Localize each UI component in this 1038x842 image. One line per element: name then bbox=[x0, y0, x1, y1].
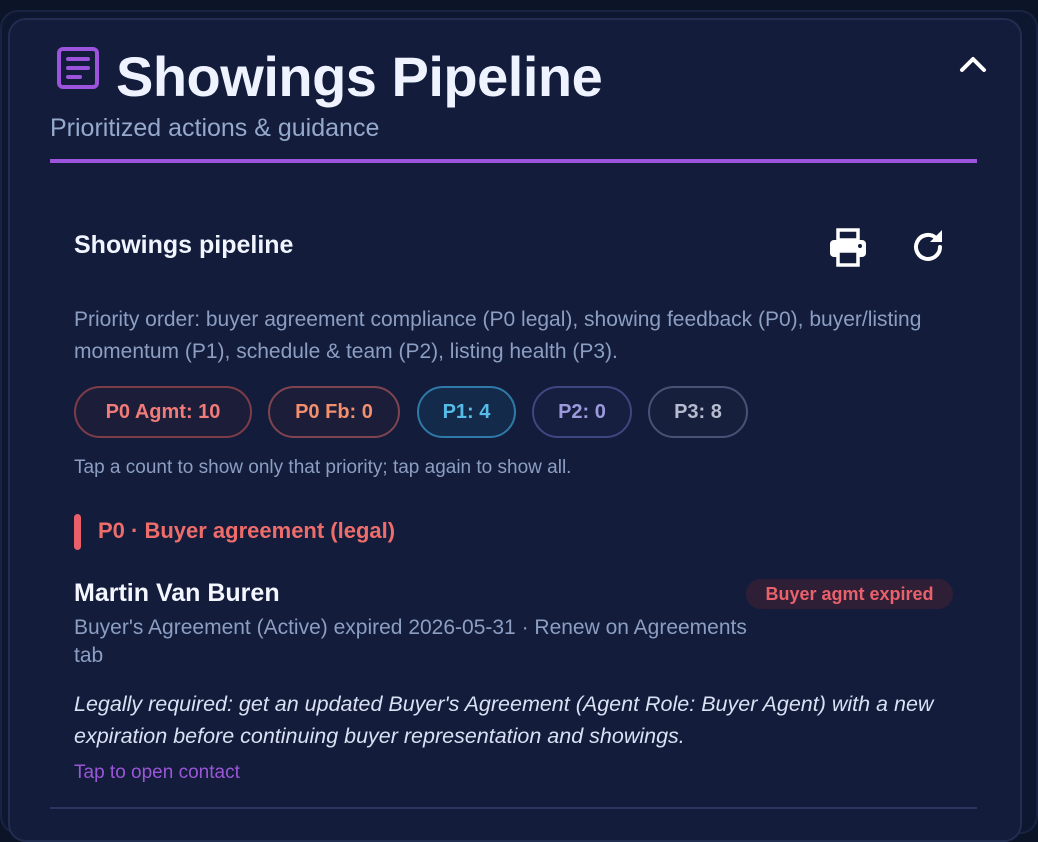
filter-hint: Tap a count to show only that priority; … bbox=[74, 457, 572, 478]
group-accent-bar bbox=[74, 514, 81, 550]
contact-detail: Buyer's Agreement (Active) expired 2026-… bbox=[74, 616, 747, 667]
refresh-icon[interactable] bbox=[906, 225, 950, 269]
group-title: P0 · Buyer agreement (legal) bbox=[98, 518, 396, 543]
chevron-up-icon[interactable] bbox=[954, 48, 992, 80]
filter-chip-p2[interactable]: P2: 0 bbox=[532, 386, 632, 438]
document-list-icon bbox=[57, 47, 99, 89]
item-divider bbox=[50, 807, 977, 809]
guidance-text: Legally required: get an updated Buyer's… bbox=[74, 692, 934, 748]
status-badge: Buyer agmt expired bbox=[746, 579, 953, 609]
priority-order-text: Priority order: buyer agreement complian… bbox=[74, 308, 922, 363]
printer-icon[interactable] bbox=[826, 225, 870, 269]
section-title: Showings pipeline bbox=[74, 231, 294, 259]
page-title: Showings Pipeline bbox=[116, 45, 603, 108]
open-contact-link[interactable]: Tap to open contact bbox=[74, 762, 240, 784]
filter-chip-p0-agreement[interactable]: P0 Agmt: 10 bbox=[74, 386, 252, 438]
filter-chip-p0-feedback[interactable]: P0 Fb: 0 bbox=[268, 386, 400, 438]
filter-chip-p1[interactable]: P1: 4 bbox=[417, 386, 516, 438]
title-divider bbox=[50, 159, 977, 163]
filter-chip-p3[interactable]: P3: 8 bbox=[648, 386, 748, 438]
contact-name[interactable]: Martin Van Buren bbox=[74, 579, 280, 608]
page-subtitle: Prioritized actions & guidance bbox=[50, 114, 380, 142]
